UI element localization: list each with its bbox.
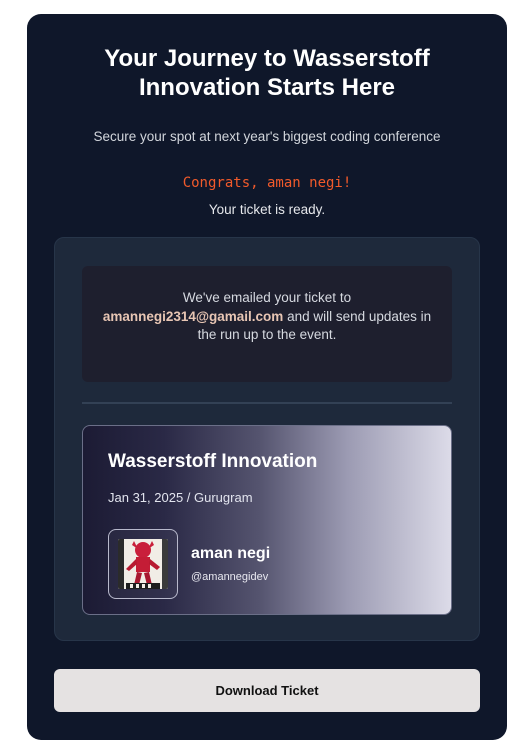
congrats-message: Congrats, aman negi! — [182, 175, 352, 191]
page-title: Your Journey to Wasserstoff Innovation S… — [104, 45, 430, 101]
email-notice: We've emailed your ticket to amannegi231… — [82, 266, 452, 382]
download-ticket-button[interactable]: Download Ticket — [54, 669, 480, 712]
ticket-confirmation-card: Your Journey to Wasserstoff Innovation S… — [27, 14, 507, 740]
email-address: amannegi2314@gamail.com — [102, 308, 284, 324]
divider — [82, 402, 452, 404]
event-name: Wasserstoff Innovation — [108, 451, 318, 472]
page-subtitle: Secure your spot at next year's biggest … — [93, 129, 441, 144]
avatar-frame — [108, 529, 178, 599]
ticket-card: Wasserstoff Innovation Jan 31, 2025 / Gu… — [82, 425, 452, 615]
event-date-location: Jan 31, 2025 / Gurugram — [108, 490, 253, 505]
avatar-illustration-icon — [118, 539, 168, 589]
attendee-handle: @amannegidev — [191, 571, 269, 583]
ticket-ready-message: Your ticket is ready. — [208, 202, 326, 217]
attendee-name: aman negi — [191, 545, 271, 562]
user-avatar-image — [118, 539, 168, 589]
email-notice-prefix: We've emailed your ticket to — [182, 290, 352, 305]
ticket-panel: We've emailed your ticket to amannegi231… — [54, 237, 480, 641]
